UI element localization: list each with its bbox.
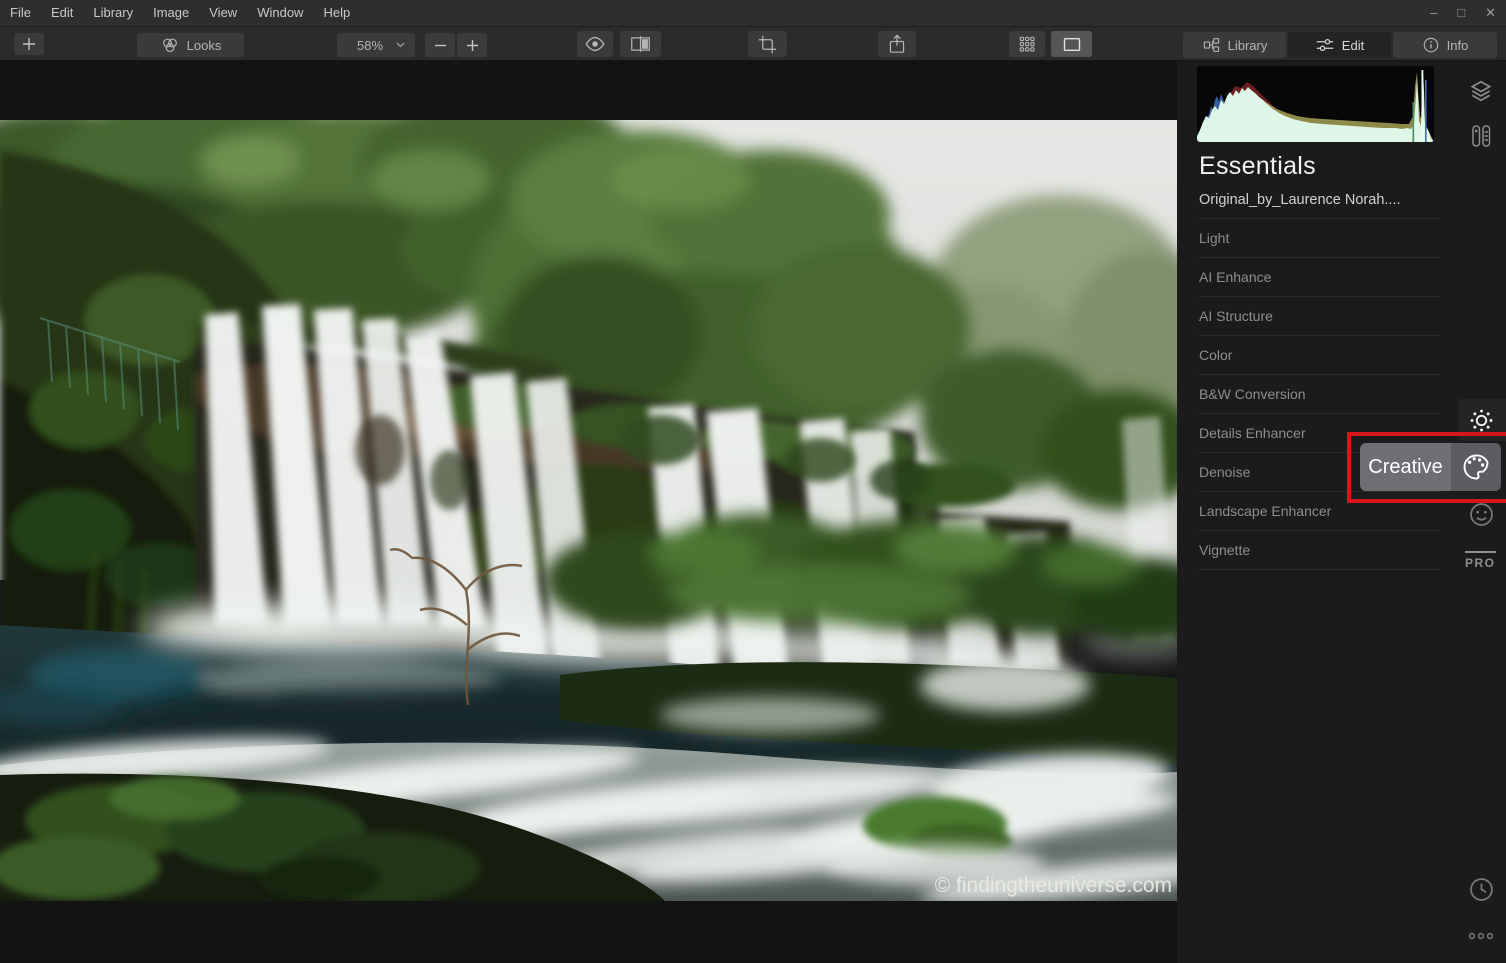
looks-venn-icon: [160, 36, 180, 55]
photo-waterfall[interactable]: [0, 120, 1177, 901]
menu-window[interactable]: Window: [247, 0, 313, 26]
single-image-icon: [1062, 36, 1082, 53]
minus-icon: [434, 39, 447, 52]
info-icon: [1422, 36, 1440, 54]
tab-edit[interactable]: Edit: [1288, 32, 1391, 58]
looks-button[interactable]: Looks: [137, 33, 244, 57]
maximize-button[interactable]: □: [1457, 0, 1465, 26]
single-view-button[interactable]: [1051, 31, 1092, 57]
luminar-window: File Edit Library Image View Window Help…: [0, 0, 1506, 963]
three-dots-icon: [1467, 930, 1495, 942]
crop-icon: [758, 35, 777, 54]
menu-image[interactable]: Image: [143, 0, 199, 26]
grid-view-icon: [1018, 35, 1036, 53]
filter-label: Light: [1199, 230, 1230, 246]
close-button[interactable]: ✕: [1485, 0, 1496, 26]
edits-capsules-icon: [1469, 123, 1493, 149]
history-button[interactable]: [1463, 871, 1499, 907]
filter-item-color[interactable]: Color: [1199, 336, 1440, 375]
menu-help[interactable]: Help: [313, 0, 360, 26]
creative-tooltip-label: Creative: [1360, 443, 1451, 491]
panel-title: Essentials: [1199, 152, 1316, 180]
layers-icon: [1468, 78, 1494, 104]
filter-item-ai-enhance[interactable]: AI Enhance: [1199, 258, 1440, 297]
export-share-button[interactable]: [878, 31, 916, 57]
looks-label: Looks: [186, 37, 222, 53]
before-after-split-icon: [630, 35, 651, 53]
add-photos-button[interactable]: [14, 33, 44, 55]
main-area: © findingtheuniverse.com Essentials Orig…: [0, 60, 1506, 963]
crop-button[interactable]: [748, 31, 787, 57]
tab-info[interactable]: Info: [1393, 32, 1497, 58]
menu-file[interactable]: File: [0, 0, 41, 26]
tab-library-label: Library: [1227, 37, 1268, 53]
zoom-out-button[interactable]: [425, 33, 455, 57]
eye-icon: [584, 35, 606, 53]
creative-tooltip: Creative: [1360, 443, 1501, 491]
filter-item-vignette[interactable]: Vignette: [1199, 531, 1440, 570]
filter-label: Landscape Enhancer: [1199, 503, 1332, 519]
edit-panel: Essentials Original_by_Laurence Norah...…: [1177, 60, 1506, 963]
clock-icon: [1468, 876, 1495, 903]
layers-button[interactable]: [1463, 73, 1499, 109]
tab-edit-label: Edit: [1341, 37, 1365, 53]
plus-icon: [22, 37, 36, 51]
menu-edit[interactable]: Edit: [41, 0, 83, 26]
compare-button[interactable]: [620, 31, 661, 57]
quick-preview-button[interactable]: [577, 31, 613, 57]
filter-label: Color: [1199, 347, 1233, 363]
library-icon: [1202, 36, 1221, 54]
edits-panel-button[interactable]: [1463, 118, 1499, 154]
filter-label: Details Enhancer: [1199, 425, 1306, 441]
filter-item-ai-structure[interactable]: AI Structure: [1199, 297, 1440, 336]
minimize-button[interactable]: –: [1430, 0, 1437, 26]
filter-list: Light AI Enhance AI Structure Color B&W …: [1199, 218, 1440, 570]
filter-label: AI Structure: [1199, 308, 1273, 324]
filter-label: Vignette: [1199, 542, 1251, 558]
tab-library[interactable]: Library: [1183, 32, 1286, 58]
filter-label: AI Enhance: [1199, 269, 1272, 285]
window-controls: – □ ✕: [1430, 0, 1496, 26]
zoom-level-dropdown[interactable]: 58%: [337, 33, 415, 57]
menu-bar: File Edit Library Image View Window Help…: [0, 0, 1506, 27]
histogram: [1197, 66, 1434, 142]
zoom-in-button[interactable]: [457, 33, 487, 57]
chevron-down-icon: [396, 42, 405, 48]
creative-category-button[interactable]: [1451, 443, 1501, 491]
share-icon: [888, 34, 906, 54]
menu-library[interactable]: Library: [83, 0, 143, 26]
pro-category-button[interactable]: PRO: [1465, 551, 1496, 570]
tab-info-label: Info: [1446, 37, 1469, 53]
menu-view[interactable]: View: [199, 0, 247, 26]
plus-icon: [466, 39, 479, 52]
toolbar: Looks 58% Library Edit Info: [0, 27, 1506, 61]
photo-watermark: © findingtheuniverse.com: [934, 874, 1172, 897]
sun-icon: [1468, 407, 1495, 434]
more-options-button[interactable]: [1463, 918, 1499, 954]
gallery-view-button[interactable]: [1009, 31, 1045, 57]
filter-label: Denoise: [1199, 464, 1251, 480]
filter-item-light[interactable]: Light: [1199, 219, 1440, 258]
filter-label: B&W Conversion: [1199, 386, 1306, 402]
palette-icon: [1461, 452, 1491, 482]
zoom-value: 58%: [357, 37, 384, 53]
photo-canvas: © findingtheuniverse.com: [0, 60, 1177, 963]
filter-item-bw-conversion[interactable]: B&W Conversion: [1199, 375, 1440, 414]
sliders-icon: [1315, 36, 1335, 54]
applied-look-filename[interactable]: Original_by_Laurence Norah....: [1199, 192, 1401, 208]
smiley-icon: [1468, 501, 1495, 528]
